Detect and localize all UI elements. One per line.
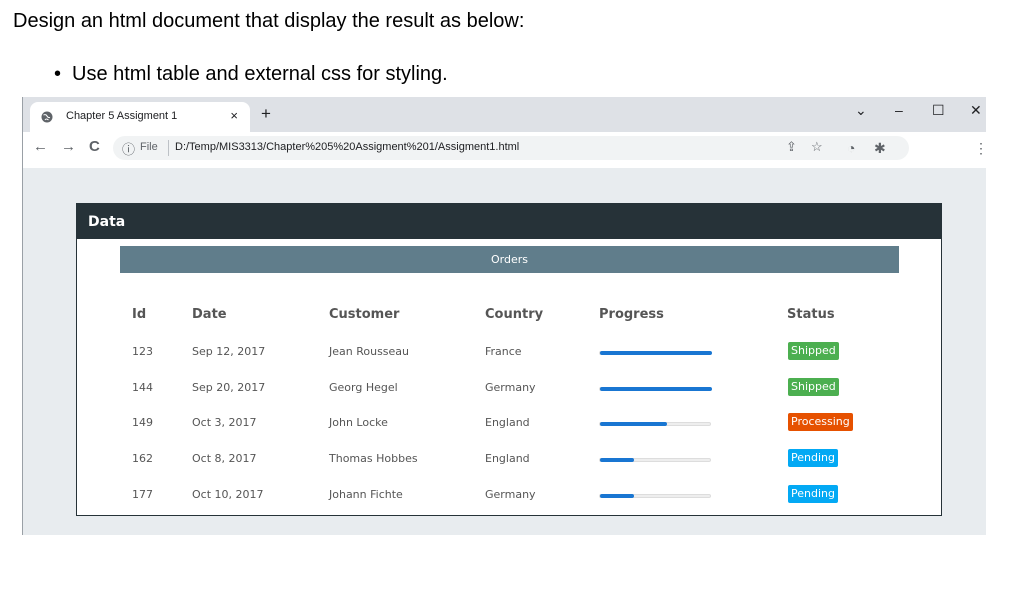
status-badge: Shipped [788,342,839,360]
cell-country: Germany [485,488,536,501]
cell-id: 162 [132,452,153,465]
table-caption: Orders [491,253,528,266]
browser-window: Chapter 5 Assigment 1 × + ⌄ – ☐ ✕ ← → C … [22,97,988,535]
browser-menu-icon[interactable]: ⋮ [974,140,988,157]
cell-customer: John Locke [329,416,388,429]
assignment-instructions-title: Design an html document that display the… [13,10,525,32]
window-close-icon[interactable]: ✕ [970,102,982,119]
progress-bar-fill [600,422,667,426]
cell-id: 177 [132,488,153,501]
forward-arrow-icon[interactable]: → [61,138,76,155]
progress-bar [599,351,712,355]
back-arrow-icon[interactable]: ← [33,138,48,155]
table-caption-bar: Orders [120,246,899,273]
card-title: Data [88,214,126,230]
cell-customer: Thomas Hobbes [329,452,418,465]
browser-toolbar: ← → C ⓘ File D:/Temp/MIS3313/Chapter%205… [23,132,988,168]
cell-id: 123 [132,345,153,358]
cell-country: France [485,345,522,358]
cell-date: Oct 3, 2017 [192,416,257,429]
cell-id: 149 [132,416,153,429]
column-header-country: Country [485,307,544,322]
status-badge: Pending [788,449,838,467]
column-header-status: Status [787,307,835,322]
tab-search-chevron-icon[interactable]: ⌄ [855,102,867,119]
reload-icon[interactable]: C [89,138,100,155]
column-header-id: Id [132,307,147,322]
profile-extension-icon[interactable]: ◔ [847,140,855,156]
cell-country: England [485,452,530,465]
cell-customer: Georg Hegel [329,381,398,394]
new-tab-button[interactable]: + [261,104,271,124]
cell-id: 144 [132,381,153,394]
assignment-bullet-text: Use html table and external css for styl… [72,63,448,85]
address-bar[interactable]: ⓘ File D:/Temp/MIS3313/Chapter%205%20Ass… [113,136,909,160]
progress-bar [599,387,712,391]
share-icon[interactable]: ⇪ [786,139,797,155]
globe-icon [41,111,53,123]
progress-bar-fill [600,387,712,391]
progress-bar-fill [600,494,634,498]
extensions-puzzle-icon[interactable]: ✱ [874,140,886,157]
cell-date: Sep 20, 2017 [192,381,266,394]
assignment-bullet: • Use html table and external css for sty… [54,63,448,86]
active-tab[interactable]: Chapter 5 Assigment 1 × [30,102,250,132]
card-header: Data [77,204,941,239]
page-viewport: Data Orders Id Date Customer Country Pro… [23,168,986,535]
tab-title: Chapter 5 Assigment 1 [66,110,178,122]
scheme-label: File [140,141,158,153]
address-separator [168,140,169,156]
status-badge: Processing [788,413,853,431]
cell-customer: Jean Rousseau [329,345,410,358]
tab-strip: Chapter 5 Assigment 1 × + ⌄ – ☐ ✕ [23,97,986,132]
progress-bar-fill [600,458,634,462]
cell-date: Sep 12, 2017 [192,345,266,358]
url-text[interactable]: D:/Temp/MIS3313/Chapter%205%20Assigment%… [175,141,519,153]
status-badge: Shipped [788,378,839,396]
maximize-icon[interactable]: ☐ [932,102,945,119]
progress-bar [599,458,711,462]
bullet-icon: • [54,63,62,85]
cell-country: England [485,416,530,429]
minimize-icon[interactable]: – [895,102,903,118]
tab-close-icon[interactable]: × [230,108,238,123]
cell-date: Oct 8, 2017 [192,452,257,465]
column-header-date: Date [192,307,227,322]
site-info-icon[interactable]: ⓘ [122,139,135,158]
cell-customer: Johann Fichte [329,488,403,501]
column-header-customer: Customer [329,307,400,322]
progress-bar [599,494,711,498]
progress-bar-fill [600,351,712,355]
progress-bar [599,422,711,426]
column-header-progress: Progress [599,307,664,322]
cell-date: Oct 10, 2017 [192,488,264,501]
cell-country: Germany [485,381,536,394]
status-badge: Pending [788,485,838,503]
data-card: Data Orders Id Date Customer Country Pro… [76,203,942,516]
bookmark-star-icon[interactable]: ☆ [811,139,823,155]
